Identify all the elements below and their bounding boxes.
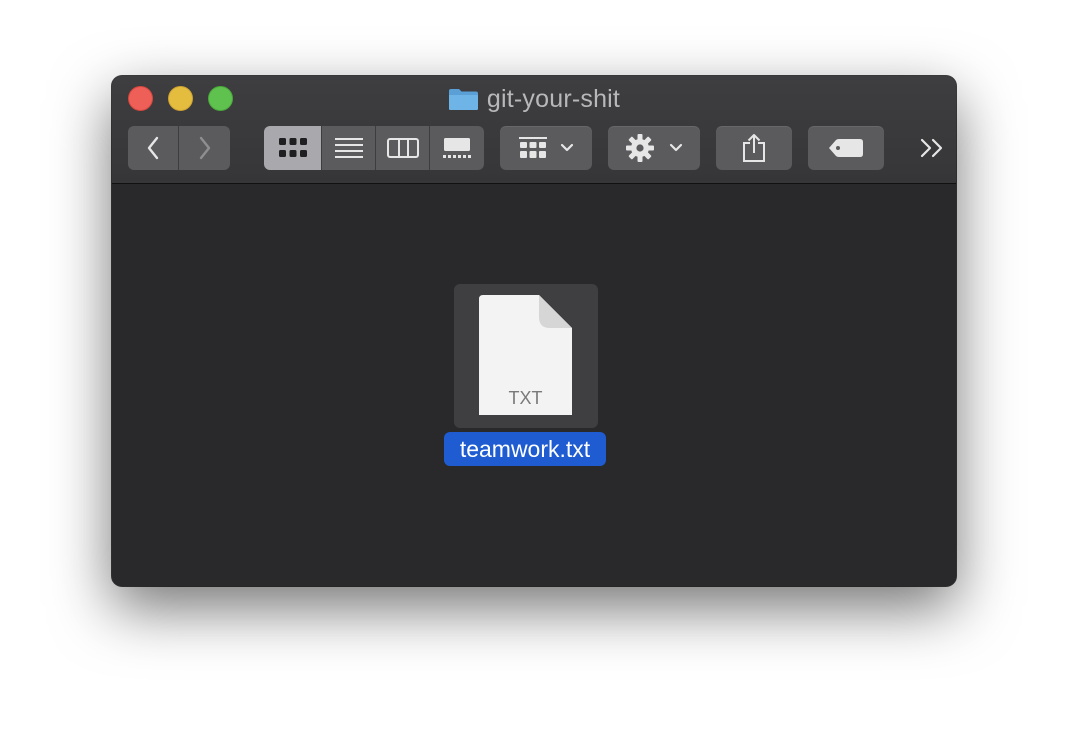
folder-icon xyxy=(448,89,478,110)
chevron-right-icon xyxy=(199,136,210,160)
window-title: git-your-shit xyxy=(486,84,621,113)
chevron-down-icon xyxy=(560,143,574,152)
gallery-icon xyxy=(443,138,471,158)
list-view-button[interactable] xyxy=(321,126,375,170)
list-icon xyxy=(334,138,363,158)
chevron-left-icon xyxy=(147,136,159,160)
tags-button[interactable] xyxy=(808,126,884,170)
share-button[interactable] xyxy=(716,126,792,170)
columns-icon xyxy=(386,138,419,158)
back-button[interactable] xyxy=(128,126,178,170)
file-item[interactable]: TXT xyxy=(454,284,598,428)
group-by-button[interactable] xyxy=(500,126,592,170)
chevron-down-icon xyxy=(669,143,683,152)
title-bar: git-your-shit xyxy=(112,76,956,184)
column-view-button[interactable] xyxy=(375,126,429,170)
icon-view-button[interactable] xyxy=(264,126,321,170)
grid-icon xyxy=(278,138,307,157)
finder-window: git-your-shit TXT teamwork.txt xyxy=(112,76,956,586)
gallery-view-button[interactable] xyxy=(429,126,484,170)
gear-icon xyxy=(626,134,654,162)
file-type-label: TXT xyxy=(508,388,543,408)
action-button[interactable] xyxy=(608,126,700,170)
tag-icon xyxy=(829,139,863,157)
nav-buttons xyxy=(128,126,230,170)
window-title-area: git-your-shit xyxy=(112,82,956,116)
toolbar-overflow-button[interactable] xyxy=(912,126,952,170)
view-mode-control xyxy=(264,126,484,170)
file-name-label[interactable]: teamwork.txt xyxy=(444,432,606,466)
group-by-icon xyxy=(519,137,547,158)
overflow-icon xyxy=(920,138,943,158)
file-browser-content: TXT teamwork.txt xyxy=(112,184,956,586)
share-icon xyxy=(743,134,765,162)
forward-button[interactable] xyxy=(178,126,230,170)
